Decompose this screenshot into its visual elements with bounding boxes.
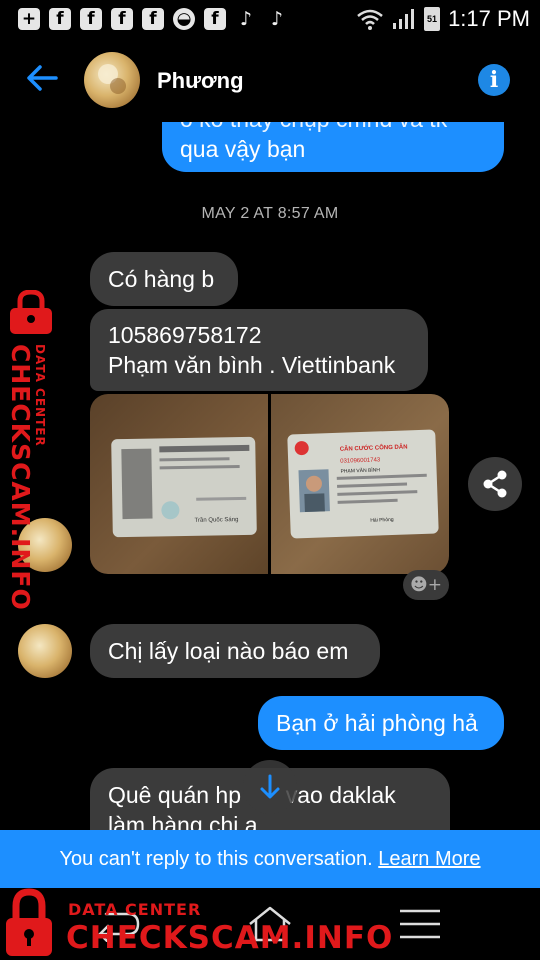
avatar[interactable] bbox=[18, 624, 72, 678]
facebook-icon: f bbox=[204, 8, 226, 30]
tiktok-icon: ♪ bbox=[270, 8, 284, 30]
status-bar: + f f f f ◒ f ♪ ♪ 51 1:17 PM bbox=[0, 0, 540, 38]
message-list[interactable]: ô ko thấy chụp cmnd và tk qua vậy bạn MA… bbox=[0, 122, 540, 830]
circle-icon: ◒ bbox=[173, 8, 195, 30]
scroll-to-bottom-button[interactable] bbox=[243, 760, 297, 814]
message-text: 105869758172 bbox=[108, 322, 262, 348]
watermark-label-side: DATA CENTER bbox=[33, 344, 47, 447]
watermark-label-bottom: DATA CENTER bbox=[68, 900, 202, 919]
avatar[interactable] bbox=[84, 52, 140, 108]
signal-icon bbox=[393, 9, 415, 29]
tiktok-icon: ♪ bbox=[239, 8, 253, 30]
battery-icon: 51 bbox=[424, 7, 441, 31]
wifi-icon bbox=[357, 9, 383, 30]
share-icon bbox=[483, 470, 507, 498]
message-text: Phạm văn bình . Viettinbank bbox=[108, 352, 396, 378]
menu-icon[interactable] bbox=[398, 908, 442, 940]
watermark-text-bottom: CHECKSCAM.INFO bbox=[66, 920, 394, 956]
share-button[interactable] bbox=[468, 457, 522, 511]
contact-name[interactable]: Phương bbox=[157, 68, 244, 94]
facebook-icon: f bbox=[142, 8, 164, 30]
facebook-icon: f bbox=[111, 8, 133, 30]
timestamp: MAY 2 AT 8:57 AM bbox=[201, 205, 339, 222]
incoming-message[interactable]: Có hàng b bbox=[90, 252, 238, 306]
arrow-down-icon bbox=[260, 774, 280, 799]
incoming-message[interactable]: 105869758172 Phạm văn bình . Viettinbank bbox=[90, 309, 428, 391]
facebook-icon: f bbox=[80, 8, 102, 30]
cannot-reply-banner: You can't reply to this conversation. Le… bbox=[0, 830, 540, 888]
learn-more-link[interactable]: Learn More bbox=[378, 848, 480, 870]
arrow-left-icon[interactable] bbox=[22, 58, 62, 98]
facebook-icon: f bbox=[49, 8, 71, 30]
message-text: ô ko thấy chụp cmnd và tk bbox=[180, 122, 486, 134]
message-text: qua vậy bạn bbox=[180, 136, 306, 162]
lock-icon bbox=[6, 888, 52, 956]
conversation-header: Phương i bbox=[0, 38, 540, 122]
card-place: Hải Phòng bbox=[370, 516, 394, 524]
notification-icons: + f f f f ◒ f ♪ ♪ bbox=[18, 8, 288, 30]
clock: 1:17 PM bbox=[448, 6, 530, 31]
outgoing-message[interactable]: ô ko thấy chụp cmnd và tk qua vậy bạn bbox=[162, 122, 504, 172]
info-icon[interactable]: i bbox=[478, 64, 510, 96]
add-icon: + bbox=[18, 8, 40, 30]
notice-text: You can't reply to this conversation. bbox=[59, 848, 373, 870]
add-reaction-button[interactable]: ☻+ bbox=[403, 570, 449, 600]
lock-icon bbox=[10, 290, 52, 334]
photo-id-back[interactable]: Trần Quốc Sáng bbox=[90, 394, 268, 574]
id-card-front: CĂN CƯỚC CÔNG DÂN 031096001743 PHẠM VĂN … bbox=[287, 429, 439, 539]
photo-id-front[interactable]: CĂN CƯỚC CÔNG DÂN 031096001743 PHẠM VĂN … bbox=[271, 394, 449, 574]
id-card-back: Trần Quốc Sáng bbox=[111, 436, 257, 538]
watermark-text-side: CHECKSCAM.INFO bbox=[6, 344, 35, 611]
incoming-message[interactable]: Chị lấy loại nào báo em bbox=[90, 624, 380, 678]
signer-name: Trần Quốc Sáng bbox=[194, 517, 239, 524]
outgoing-message[interactable]: Bạn ở hải phòng hả bbox=[258, 696, 504, 750]
